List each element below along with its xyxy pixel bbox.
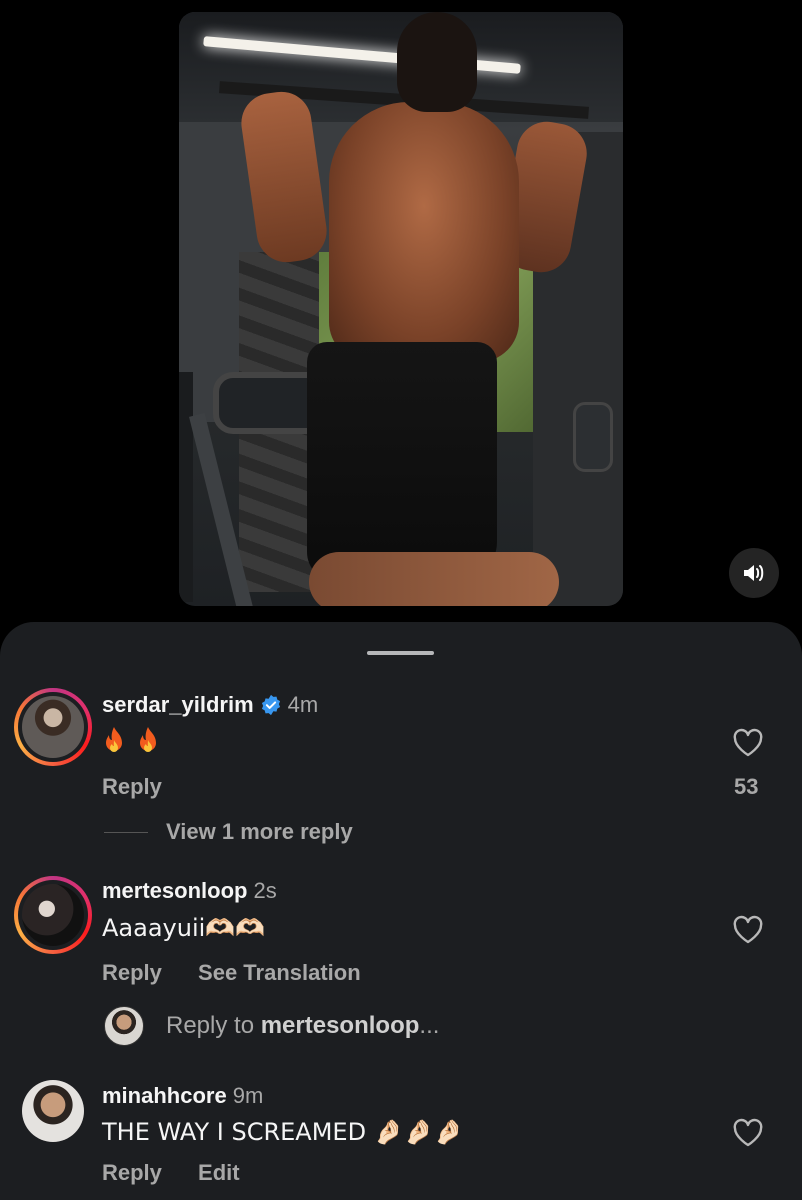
reply-button[interactable]: Reply xyxy=(102,1160,162,1185)
like-count: 53 xyxy=(734,774,759,799)
see-translation-button[interactable]: See Translation xyxy=(198,960,361,985)
comment-actions: Reply Edit xyxy=(102,1160,240,1186)
comment-username[interactable]: mertesonloop xyxy=(102,878,247,903)
comment-username[interactable]: minahhcore xyxy=(102,1083,227,1108)
edit-button[interactable]: Edit xyxy=(198,1160,240,1185)
avatar[interactable] xyxy=(22,1080,84,1142)
comment-actions: Reply See Translation xyxy=(102,960,361,986)
comment-meta: serdar_yildrim 4m xyxy=(102,692,318,718)
divider-line xyxy=(104,831,148,833)
comments-sheet: serdar_yildrim 4m 🔥 🔥 Reply 53 View 1 mo… xyxy=(0,622,802,1200)
reply-button[interactable]: Reply xyxy=(102,960,162,985)
avatar xyxy=(22,696,84,758)
speaker-icon xyxy=(744,565,764,581)
video-head xyxy=(397,12,477,112)
reel-video[interactable] xyxy=(179,12,623,606)
reply-input-suffix: ... xyxy=(419,1012,440,1039)
story-ring[interactable] xyxy=(14,688,92,766)
verified-badge-icon xyxy=(261,694,280,716)
heart-icon[interactable] xyxy=(732,728,764,758)
reply-button[interactable]: Reply xyxy=(102,774,162,799)
story-ring[interactable] xyxy=(14,876,92,954)
current-user-avatar xyxy=(104,1006,144,1046)
fire-emoji-icon xyxy=(106,727,122,752)
comment-meta: minahhcore 9m xyxy=(102,1083,263,1109)
avatar xyxy=(22,884,84,946)
comment-meta: mertesonloop 2s xyxy=(102,878,277,904)
heart-icon[interactable] xyxy=(732,915,764,945)
comment-time: 9m xyxy=(232,1083,264,1108)
video-torso xyxy=(329,102,519,362)
view-more-label: View 1 more reply xyxy=(166,819,353,844)
comment-text: Aaaayuii🫶🏻🫶🏻 xyxy=(102,914,266,942)
sound-toggle-button[interactable] xyxy=(729,548,779,598)
fire-emoji-icon xyxy=(140,727,156,752)
reply-input[interactable]: Reply to mertesonloop... xyxy=(104,1006,439,1046)
comment-time: 2s xyxy=(253,878,277,903)
comment-time: 4m xyxy=(287,692,319,717)
video-weights xyxy=(573,402,613,472)
comment-text: THE WAY I SCREAMED 🤌🏻🤌🏻🤌🏻 xyxy=(102,1118,464,1146)
video-legs xyxy=(309,552,559,606)
video-shorts xyxy=(307,342,497,582)
sheet-drag-handle[interactable] xyxy=(367,651,434,655)
view-more-replies[interactable]: View 1 more reply xyxy=(104,819,353,845)
video-treadmill xyxy=(179,372,335,602)
reply-input-user: mertesonloop xyxy=(260,1012,420,1039)
reply-input-prefix: Reply to xyxy=(166,1012,261,1039)
heart-icon[interactable] xyxy=(732,1118,764,1148)
comment-username[interactable]: serdar_yildrim xyxy=(102,692,254,717)
comment-actions: Reply xyxy=(102,774,162,800)
comment-text: 🔥 🔥 xyxy=(102,726,170,757)
